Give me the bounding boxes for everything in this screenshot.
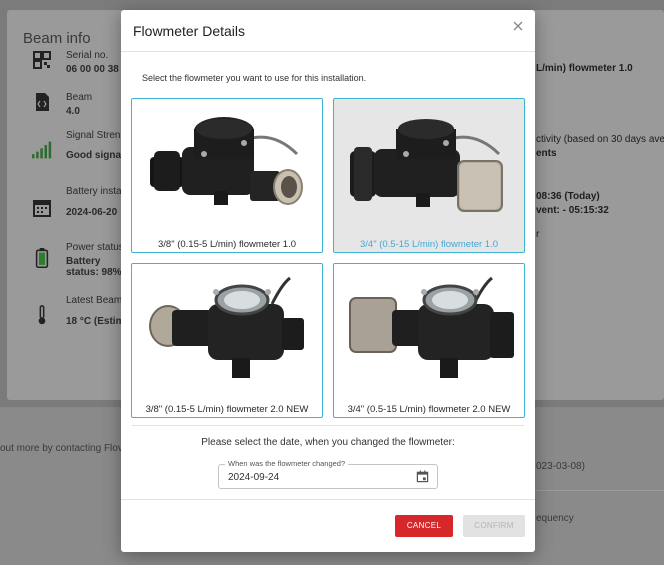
flowmeter-3-4-v2-image: [349, 276, 514, 378]
bg-activity-text: ctivity (based on 30 days ave: [536, 134, 664, 145]
power-status-value2: status: 98%: [66, 267, 122, 278]
flowmeter-option-3[interactable]: 3/8" (0.15-5 L/min) flowmeter 2.0 NEW: [131, 263, 323, 418]
section-divider: [132, 425, 524, 426]
battery-install-value: 2024-06-20: [66, 207, 118, 218]
dialog-title: Flowmeter Details: [133, 23, 246, 39]
signal-label: Signal Stren: [66, 130, 121, 141]
date-prompt-text: Please select the date, when you changed…: [201, 437, 455, 448]
option-2-label: 3/4" (0.5-15 L/min) flowmeter 1.0: [359, 239, 498, 250]
battery-install-label: Battery insta: [66, 186, 122, 197]
beam-label: Beam: [66, 92, 93, 103]
close-icon[interactable]: [511, 19, 525, 33]
battery-install-row: Battery insta 2024-06-20: [32, 186, 122, 218]
bg-date-text: 023-03-08): [536, 461, 585, 472]
bg-divider: [535, 490, 664, 491]
temperature-label: Latest Beam: [66, 295, 123, 306]
flowmeter-change-date-field[interactable]: When was the flowmeter changed? 2024-09-…: [218, 459, 438, 489]
signal-row: Signal Stren Good signa: [32, 130, 121, 161]
footer-divider: [121, 499, 535, 500]
flowmeter-3-8-v1-image: [150, 117, 303, 205]
bg-events-text: ents: [536, 148, 557, 159]
instruction-text: Select the flowmeter you want to use for…: [142, 73, 367, 83]
signal-bars-icon: [32, 141, 52, 159]
power-status-label: Power status: [66, 242, 124, 253]
beam-info-title: Beam info: [23, 30, 91, 47]
battery-icon: [35, 248, 49, 268]
bg-r-text: r: [536, 229, 540, 240]
option-1-label: 3/8" (0.15-5 L/min) flowmeter 1.0: [157, 239, 296, 250]
option-4-label: 3/4" (0.5-15 L/min) flowmeter 2.0 NEW: [347, 404, 511, 415]
date-field-value[interactable]: 2024-09-24: [228, 472, 279, 483]
beam-row: Beam 4.0: [32, 92, 92, 117]
confirm-button[interactable]: CONFIRM: [463, 515, 525, 537]
date-field-label: When was the flowmeter changed?: [225, 459, 349, 468]
temperature-row: Latest Beam 18 °C (Estim: [32, 295, 124, 327]
thermometer-icon: [38, 305, 46, 325]
bg-flowmeter-text: L/min) flowmeter 1.0: [536, 63, 633, 74]
header-divider: [121, 51, 535, 52]
option-3-label: 3/8" (0.15-5 L/min) flowmeter 2.0 NEW: [145, 404, 309, 415]
bg-contact-text: out more by contacting Flov: [0, 443, 123, 454]
serial-value: 06 00 00 38: [66, 64, 119, 75]
serial-label: Serial no.: [66, 50, 109, 61]
bg-time-today: 08:36 (Today): [536, 191, 600, 202]
flowmeter-details-dialog: Flowmeter Details Select the flowmeter y…: [121, 10, 535, 552]
temperature-value: 18 °C (Estim: [66, 316, 125, 327]
cancel-button[interactable]: CANCEL: [395, 515, 453, 537]
bg-event-time: vent: - 05:15:32: [536, 205, 609, 216]
code-file-icon: [36, 93, 49, 111]
calendar-picker-icon[interactable]: [416, 470, 429, 483]
flowmeter-option-2[interactable]: 3/4" (0.5-15 L/min) flowmeter 1.0: [333, 98, 525, 253]
beam-value: 4.0: [66, 106, 80, 117]
flowmeter-3-8-v2-image: [149, 276, 304, 378]
flowmeter-option-4[interactable]: 3/4" (0.5-15 L/min) flowmeter 2.0 NEW: [333, 263, 525, 418]
power-status-row: Power status Battery status: 98%: [32, 242, 124, 278]
qr-code-icon: [33, 51, 51, 69]
flowmeter-3-4-v1-image: [350, 119, 503, 212]
signal-value: Good signa: [66, 150, 121, 161]
calendar-icon: [33, 200, 51, 217]
power-status-value: Battery: [66, 256, 101, 267]
flowmeter-option-1[interactable]: 3/8" (0.15-5 L/min) flowmeter 1.0: [131, 98, 323, 253]
serial-row: Serial no. 06 00 00 38: [32, 50, 119, 75]
bg-frequency-text: equency: [536, 513, 574, 524]
